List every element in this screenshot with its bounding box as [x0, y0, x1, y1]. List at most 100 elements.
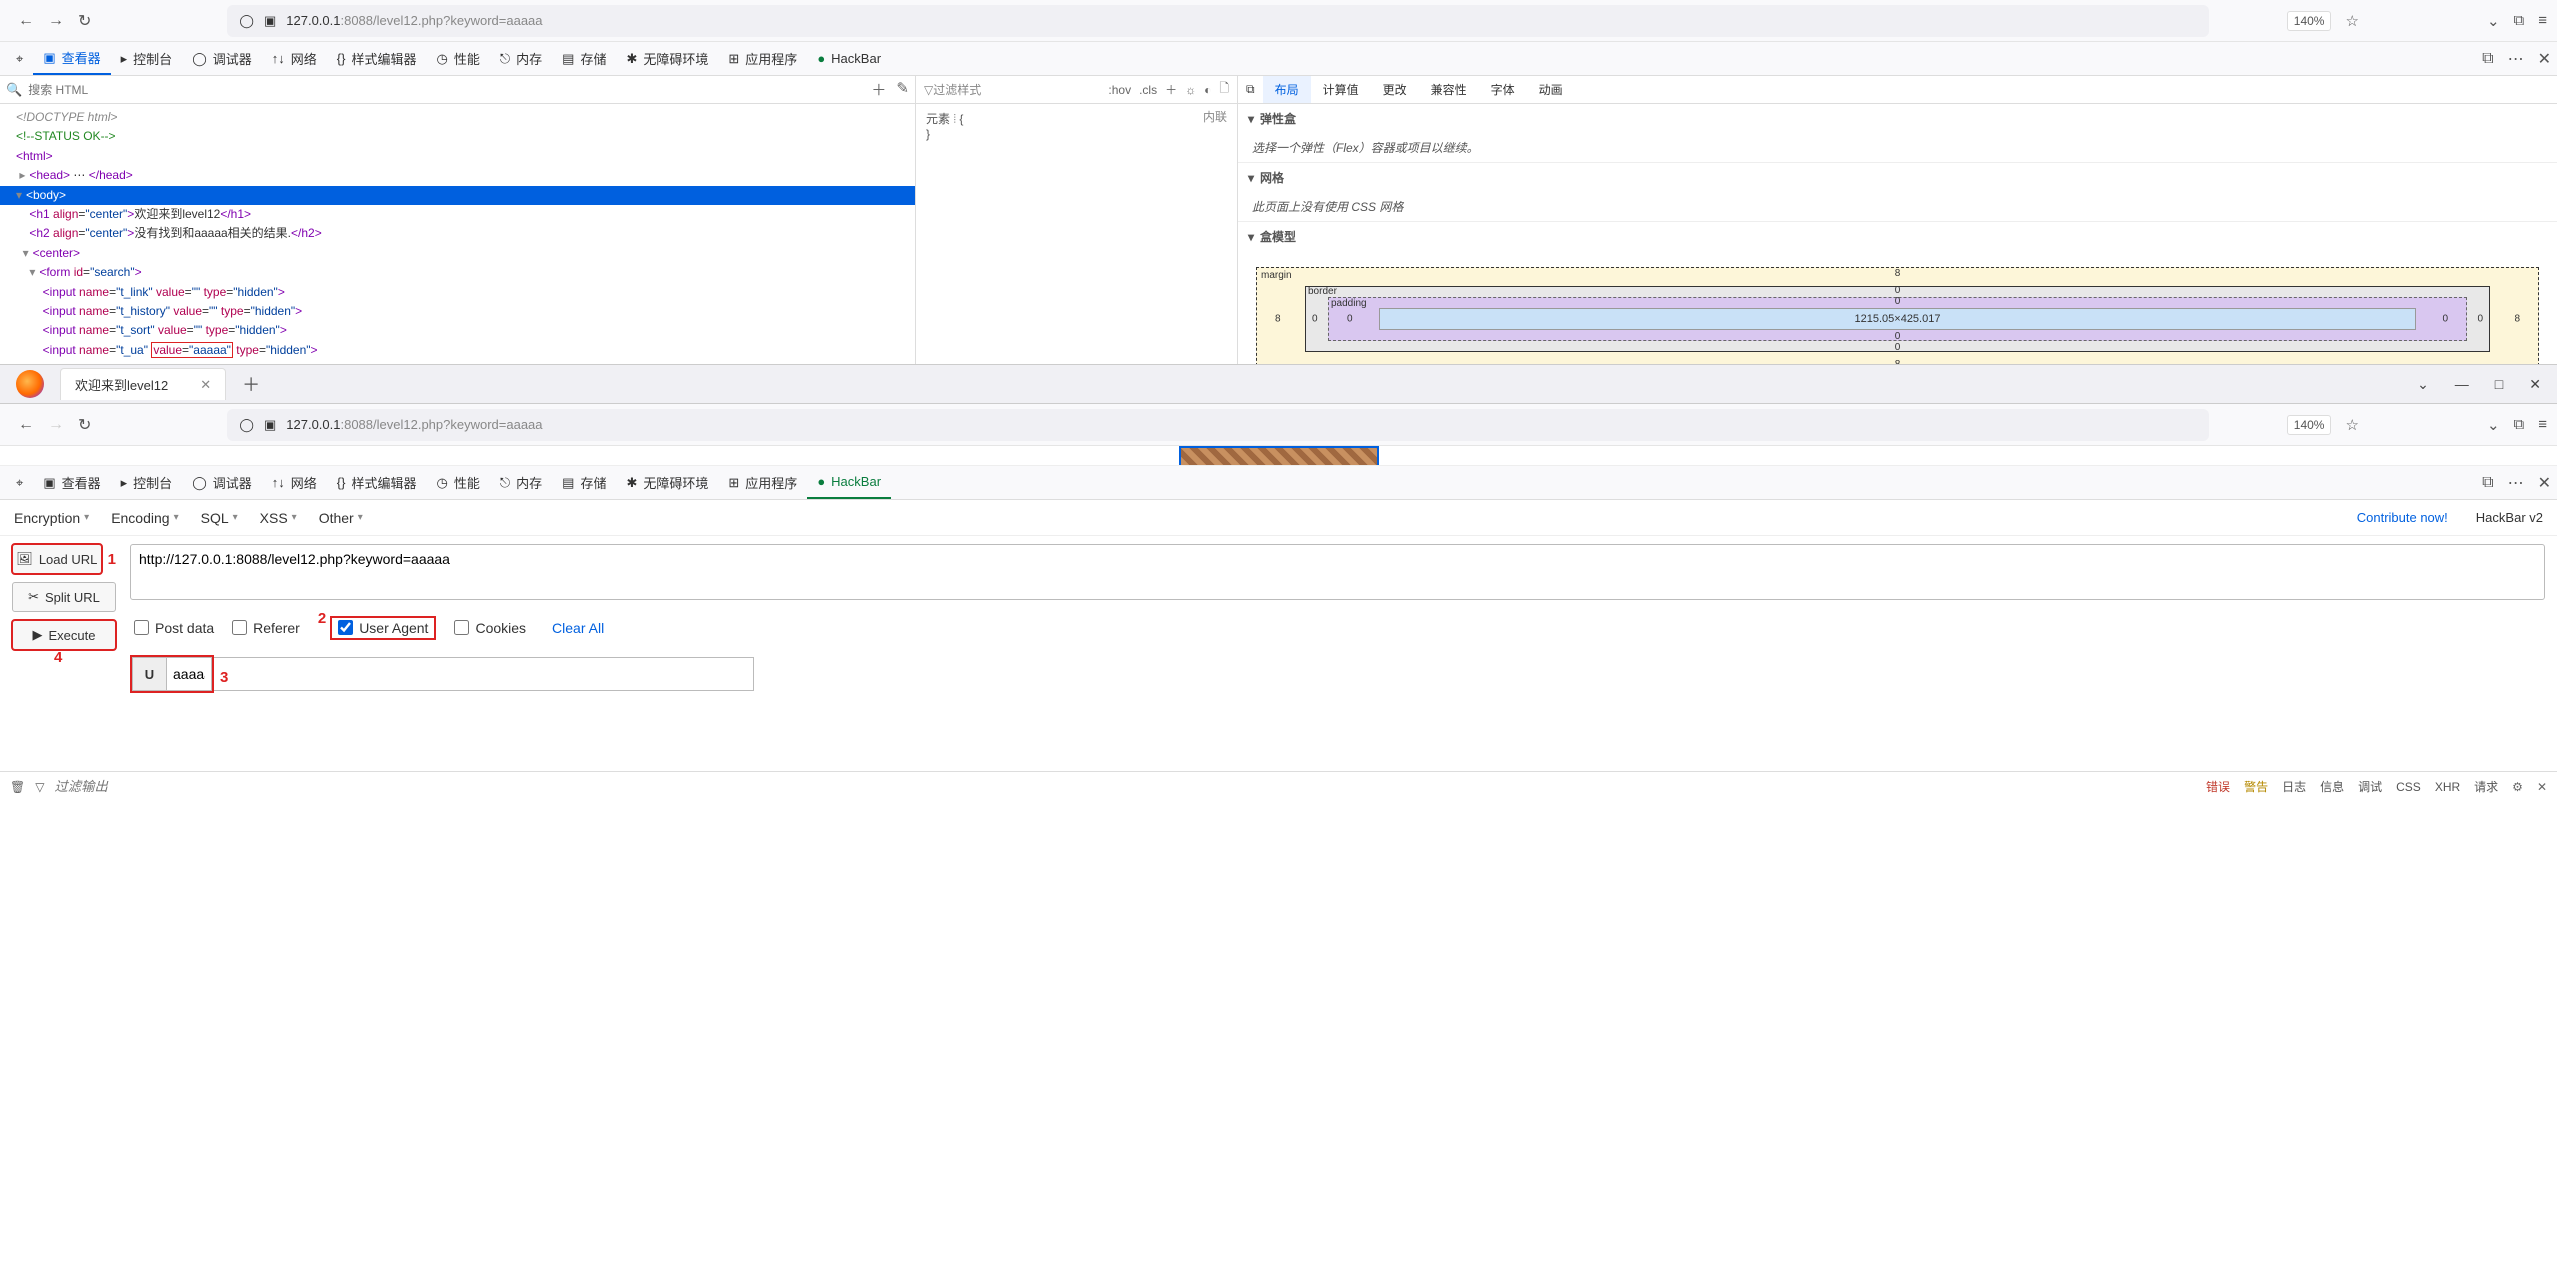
tab-dropdown-icon[interactable]: ⌄ — [2417, 376, 2429, 393]
filter-warnings[interactable]: 警告 — [2244, 778, 2268, 795]
pocket-icon[interactable]: ⌄ — [2487, 12, 2500, 30]
back-icon[interactable]: ← — [18, 416, 34, 434]
check-post-data[interactable]: Post data — [134, 620, 214, 636]
clear-all-link[interactable]: Clear All — [552, 620, 604, 636]
window-maximize-icon[interactable]: □ — [2495, 376, 2503, 392]
reload-icon[interactable]: ↻ — [78, 415, 91, 435]
hackbar-url-input[interactable]: http://127.0.0.1:8088/level12.php?keywor… — [130, 544, 2545, 600]
pick-element-icon[interactable]: ⌖ — [6, 466, 33, 499]
tab-network[interactable]: ↑↓网络 — [262, 466, 327, 499]
tab-memory[interactable]: ⎋内存 — [490, 466, 552, 499]
reload-icon[interactable]: ↻ — [78, 11, 91, 31]
pick-element-icon[interactable]: ⌖ — [6, 42, 33, 75]
styles-panel[interactable]: 元素 ⦙ { } 内联 — [916, 104, 1238, 364]
tab-compat[interactable]: 兼容性 — [1419, 76, 1479, 103]
menu-encoding[interactable]: Encoding▾ — [111, 510, 178, 526]
console-filter-input[interactable] — [54, 779, 354, 794]
menu-icon[interactable]: ≡ — [2538, 416, 2547, 433]
tab-debugger[interactable]: ◯调试器 — [182, 466, 262, 499]
contrast-icon[interactable]: ◐ — [1204, 83, 1211, 97]
cls-toggle[interactable]: .cls — [1139, 83, 1157, 97]
tab-fonts[interactable]: 字体 — [1479, 76, 1527, 103]
filter-debug[interactable]: 调试 — [2358, 778, 2382, 795]
tab-storage[interactable]: ▤存储 — [552, 42, 616, 75]
dock-icon[interactable]: ⧉ — [2482, 50, 2493, 68]
user-agent-input[interactable] — [166, 657, 212, 691]
new-tab-icon[interactable]: ＋ — [232, 371, 270, 397]
filter-logs[interactable]: 日志 — [2282, 778, 2306, 795]
tab-layout[interactable]: 布局 — [1263, 76, 1311, 103]
back-icon[interactable]: ← — [18, 12, 34, 30]
tab-hackbar[interactable]: ●HackBar — [807, 466, 891, 499]
close-icon[interactable]: ✕ — [2537, 780, 2547, 794]
filter-requests[interactable]: 请求 — [2474, 778, 2498, 795]
bookmark-icon[interactable]: ☆ — [2345, 12, 2358, 30]
url-bar[interactable]: ◯ ▣ 127.0.0.1:8088/level12.php?keyword=a… — [227, 409, 2208, 441]
load-url-button[interactable]: 🖼 Load URL — [12, 544, 102, 574]
tab-performance[interactable]: ◷性能 — [426, 466, 489, 499]
split-url-button[interactable]: ✂ Split URL — [12, 582, 116, 612]
page-tab[interactable]: 欢迎来到level12 ✕ — [60, 368, 226, 400]
close-devtools-icon[interactable]: ✕ — [2538, 473, 2551, 493]
filter-css[interactable]: CSS — [2396, 780, 2421, 794]
filter-xhr[interactable]: XHR — [2435, 780, 2460, 794]
tab-inspector[interactable]: ▣查看器 — [33, 466, 110, 499]
tab-animations[interactable]: 动画 — [1527, 76, 1575, 103]
forward-icon[interactable]: → — [48, 416, 64, 434]
more-icon[interactable]: ⋯ — [2508, 473, 2524, 493]
menu-other[interactable]: Other▾ — [319, 510, 363, 526]
zoom-level[interactable]: 140% — [2287, 415, 2332, 435]
tab-console[interactable]: ▸控制台 — [111, 42, 183, 75]
eyedropper-icon[interactable]: ✎ — [896, 79, 909, 100]
check-referer[interactable]: Referer — [232, 620, 300, 636]
extensions-icon[interactable]: ⧉ — [2514, 12, 2525, 29]
window-minimize-icon[interactable]: — — [2455, 376, 2469, 392]
user-agent-input-rest[interactable] — [214, 657, 754, 691]
tab-close-icon[interactable]: ✕ — [200, 377, 211, 393]
filter-info[interactable]: 信息 — [2320, 778, 2344, 795]
tab-network[interactable]: ↑↓网络 — [262, 42, 327, 75]
new-rule-icon[interactable]: ＋ — [1165, 81, 1177, 98]
tab-hackbar[interactable]: ●HackBar — [807, 42, 891, 75]
menu-icon[interactable]: ≡ — [2538, 12, 2547, 29]
dock-icon[interactable]: ⧉ — [2482, 474, 2493, 492]
tab-memory[interactable]: ⎋内存 — [490, 42, 552, 75]
tab-debugger[interactable]: ◯调试器 — [182, 42, 262, 75]
more-icon[interactable]: ⋯ — [2508, 49, 2524, 69]
dark-mode-icon[interactable]: ☼ — [1185, 83, 1196, 97]
tab-computed[interactable]: 计算值 — [1311, 76, 1371, 103]
sidebar-toggle-icon[interactable]: ⧉ — [1238, 82, 1263, 97]
tab-application[interactable]: ⊞应用程序 — [718, 466, 807, 499]
zoom-level[interactable]: 140% — [2287, 11, 2332, 31]
dom-tree[interactable]: <!DOCTYPE html> <!--STATUS OK--> <html> … — [0, 104, 916, 364]
trash-icon[interactable]: 🗑 — [10, 780, 25, 794]
tab-performance[interactable]: ◷性能 — [426, 42, 489, 75]
tab-style-editor[interactable]: {}样式编辑器 — [327, 466, 427, 499]
tab-application[interactable]: ⊞应用程序 — [718, 42, 807, 75]
menu-xss[interactable]: XSS▾ — [260, 510, 297, 526]
filter-errors[interactable]: 错误 — [2206, 778, 2230, 795]
tab-storage[interactable]: ▤存储 — [552, 466, 616, 499]
pocket-icon[interactable]: ⌄ — [2487, 416, 2500, 434]
bookmark-icon[interactable]: ☆ — [2345, 416, 2358, 434]
execute-button[interactable]: ▶ Execute — [12, 620, 116, 650]
window-close-icon[interactable]: ✕ — [2529, 376, 2541, 393]
tab-accessibility[interactable]: ✱无障碍环境 — [616, 42, 718, 75]
print-media-icon[interactable]: 🗋 — [1219, 79, 1229, 100]
search-html-input[interactable] — [28, 83, 865, 97]
layout-panel[interactable]: ▾弹性盒 选择一个弹性（Flex）容器或项目以继续。 ▾网格 此页面上没有使用 … — [1238, 104, 2557, 364]
tab-accessibility[interactable]: ✱无障碍环境 — [616, 466, 718, 499]
menu-encryption[interactable]: Encryption▾ — [14, 510, 89, 526]
close-devtools-icon[interactable]: ✕ — [2538, 49, 2551, 69]
forward-icon[interactable]: → — [48, 12, 64, 30]
settings-icon[interactable]: ⚙ — [2512, 780, 2523, 794]
contribute-link[interactable]: Contribute now! — [2357, 510, 2448, 525]
add-node-icon[interactable]: ＋ — [871, 79, 886, 100]
filter-styles-input[interactable]: 过滤样式 — [933, 81, 1108, 98]
tab-console[interactable]: ▸控制台 — [111, 466, 183, 499]
tab-inspector[interactable]: ▣查看器 — [33, 42, 110, 75]
menu-sql[interactable]: SQL▾ — [201, 510, 238, 526]
tab-changes[interactable]: 更改 — [1371, 76, 1419, 103]
check-user-agent[interactable]: User Agent — [338, 620, 428, 636]
check-cookies[interactable]: Cookies — [454, 620, 526, 636]
